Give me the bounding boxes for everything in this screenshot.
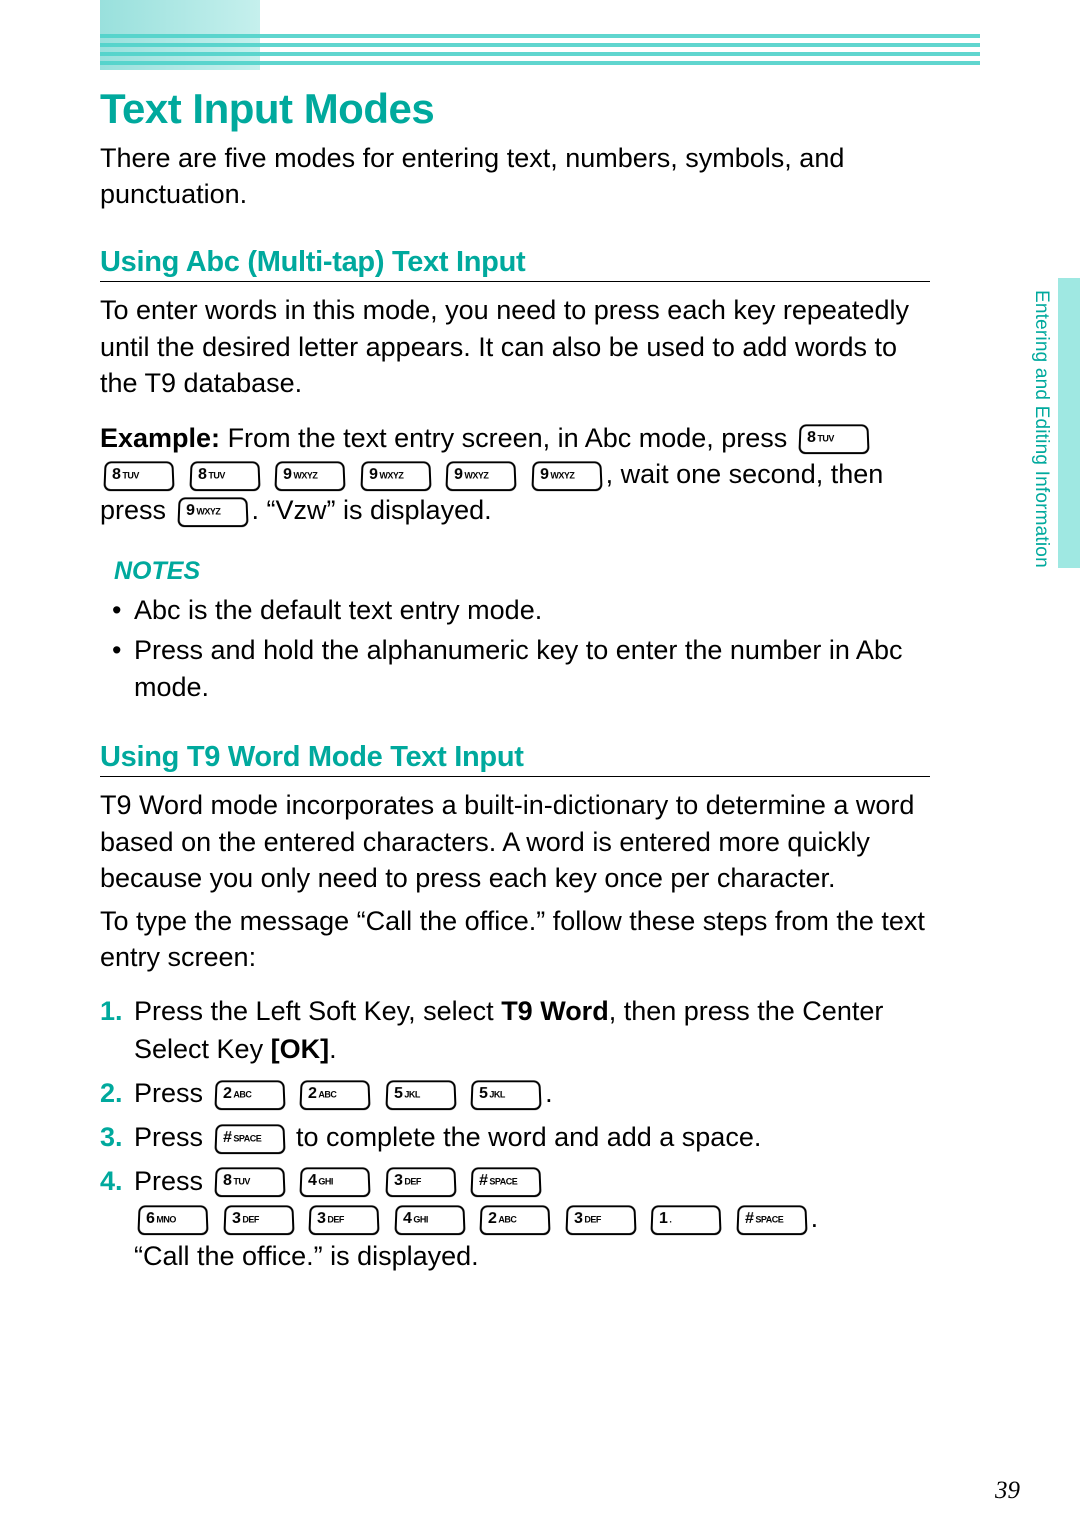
step-bold: T9 Word — [501, 996, 609, 1026]
phone-key-icon: #SPACE — [214, 1124, 285, 1154]
phone-key-icon: 2ABC — [214, 1080, 285, 1110]
step-2: 2. Press 2ABC 2ABC 5JKL 5JKL. — [134, 1075, 930, 1113]
phone-key-icon: #SPACE — [736, 1206, 807, 1236]
section-heading-abc: Using Abc (Multi-tap) Text Input — [100, 246, 930, 282]
phone-key-icon: 8TUV — [214, 1168, 285, 1198]
step-4: 4. Press 8TUV 4GHI 3DEF #SPACE 6MNO 3DEF… — [134, 1163, 930, 1276]
step-bold: [OK] — [271, 1034, 329, 1064]
phone-key-icon: 9WXYZ — [177, 498, 248, 528]
phone-key-icon: 1. — [650, 1206, 721, 1236]
step-text: . — [811, 1203, 819, 1233]
side-tab-label: Entering and Editing Information — [1030, 290, 1052, 568]
step-keys: 2ABC 2ABC 5JKL 5JKL — [211, 1078, 546, 1108]
example-keys-2: 9WXYZ — [174, 495, 252, 525]
header-decoration — [100, 0, 980, 70]
step-text: . — [545, 1078, 553, 1108]
step-1: 1. Press the Left Soft Key, select T9 Wo… — [134, 993, 930, 1069]
step-number: 2. — [100, 1075, 123, 1113]
phone-key-icon: 8TUV — [103, 461, 174, 491]
step-text: . — [329, 1034, 337, 1064]
list-item: Press and hold the alphanumeric key to e… — [134, 632, 930, 705]
phone-key-icon: 2ABC — [299, 1080, 370, 1110]
page-number: 39 — [995, 1477, 1020, 1505]
phone-key-icon: 9WXYZ — [445, 461, 516, 491]
step-keys: 6MNO 3DEF 3DEF 4GHI 2ABC 3DEF 1. #SPACE — [134, 1203, 811, 1233]
t9-paragraph-2: To type the message “Call the office.” f… — [100, 903, 930, 976]
phone-key-icon: 8TUV — [798, 425, 869, 455]
page-title: Text Input Modes — [100, 85, 930, 133]
step-text: Press — [134, 1122, 211, 1152]
step-keys: 8TUV 4GHI 3DEF #SPACE — [211, 1166, 546, 1196]
phone-key-icon: 5JKL — [470, 1080, 541, 1110]
t9-paragraph-1: T9 Word mode incorporates a built-in-dic… — [100, 787, 930, 896]
phone-key-icon: 3DEF — [223, 1206, 294, 1236]
side-tab — [1058, 278, 1080, 568]
step-3: 3. Press #SPACE to complete the word and… — [134, 1119, 930, 1157]
phone-key-icon: 9WXYZ — [531, 461, 602, 491]
phone-key-icon: 3DEF — [565, 1206, 636, 1236]
steps-list: 1. Press the Left Soft Key, select T9 Wo… — [100, 993, 930, 1276]
example-lead: From the text entry screen, in Abc mode,… — [220, 423, 795, 453]
phone-key-icon: 9WXYZ — [274, 461, 345, 491]
phone-key-icon: 3DEF — [385, 1168, 456, 1198]
step-result: “Call the office.” is displayed. — [134, 1241, 479, 1271]
step-text: Press the Left Soft Key, select — [134, 996, 501, 1026]
step-keys: #SPACE — [211, 1122, 289, 1152]
phone-key-icon: 3DEF — [308, 1206, 379, 1236]
phone-key-icon: 4GHI — [394, 1206, 465, 1236]
example-label: Example: — [100, 423, 220, 453]
step-number: 4. — [100, 1163, 123, 1201]
phone-key-icon: #SPACE — [470, 1168, 541, 1198]
phone-key-icon: 6MNO — [137, 1206, 208, 1236]
step-text: Press — [134, 1166, 211, 1196]
step-text: Press — [134, 1078, 211, 1108]
phone-key-icon: 5JKL — [385, 1080, 456, 1110]
phone-key-icon: 2ABC — [479, 1206, 550, 1236]
step-number: 3. — [100, 1119, 123, 1157]
example-paragraph: Example: From the text entry screen, in … — [100, 420, 930, 529]
list-item: Abc is the default text entry mode. — [134, 592, 930, 628]
notes-heading: NOTES — [100, 557, 930, 586]
step-number: 1. — [100, 993, 123, 1031]
notes-list: Abc is the default text entry mode. Pres… — [100, 592, 930, 705]
phone-key-icon: 8TUV — [189, 461, 260, 491]
intro-paragraph: There are five modes for entering text, … — [100, 141, 930, 212]
example-tail: . “Vzw” is displayed. — [252, 495, 492, 525]
step-text: to complete the word and add a space. — [289, 1122, 762, 1152]
abc-paragraph: To enter words in this mode, you need to… — [100, 292, 930, 401]
section-heading-t9: Using T9 Word Mode Text Input — [100, 741, 930, 777]
phone-key-icon: 4GHI — [299, 1168, 370, 1198]
phone-key-icon: 9WXYZ — [360, 461, 431, 491]
